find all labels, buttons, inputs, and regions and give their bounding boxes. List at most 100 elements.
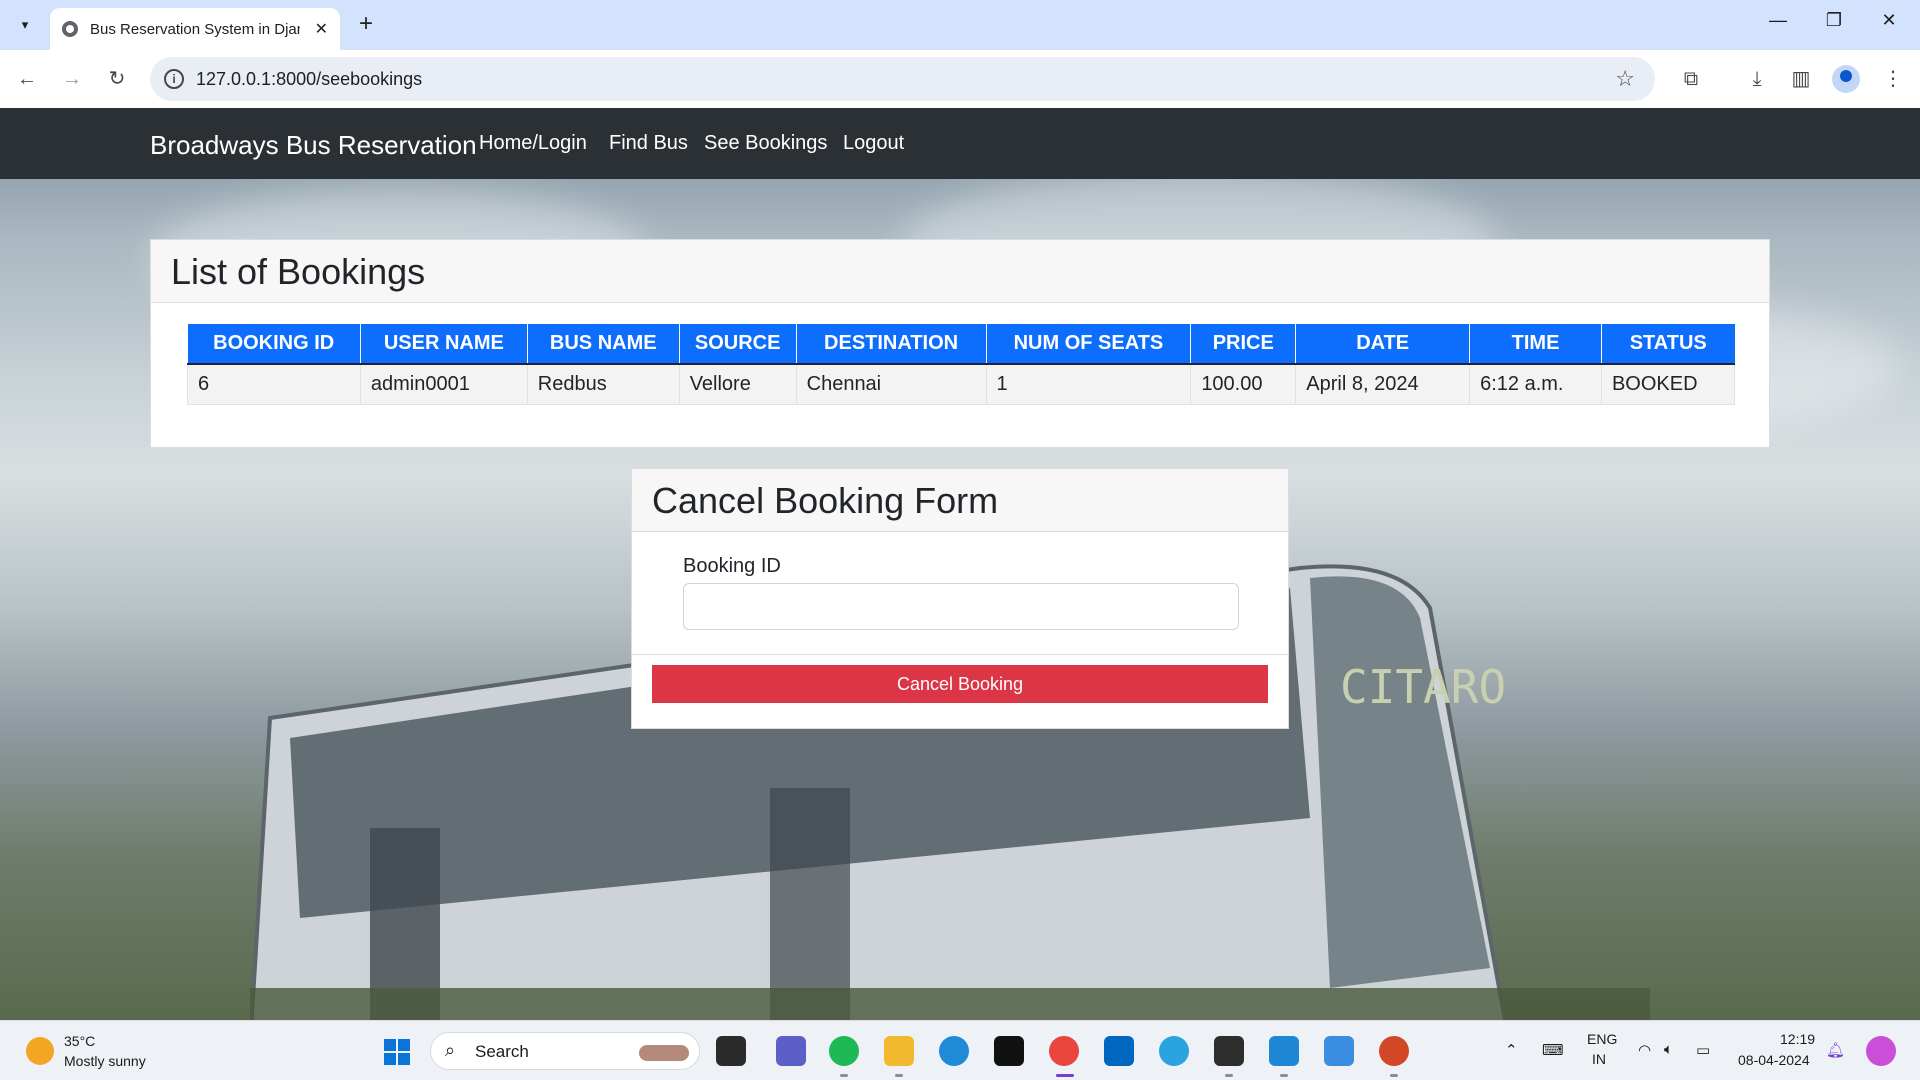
cell-source: Vellore [678,363,797,405]
cancel-card-header: Cancel Booking Form [632,469,1288,532]
close-window-button[interactable]: ✕ [1866,10,1912,31]
weather-sun-icon[interactable] [26,1037,54,1065]
cell-date: April 8, 2024 [1295,363,1471,405]
table-header-row: BOOKING ID USER NAME BUS NAME SOURCE DES… [187,324,1735,365]
booking-id-label: Booking ID [683,555,781,577]
table-row: 6 admin0001 Redbus Vellore Chennai 1 100… [187,363,1736,405]
search-highlight-image [639,1045,689,1061]
col-header-bus-name: BUS NAME [527,324,680,365]
cell-user-name: admin0001 [359,363,528,405]
bookings-card: List of Bookings BOOKING ID USER NAME BU… [150,239,1770,448]
active-indicator [1056,1074,1074,1077]
windows-start-icon[interactable] [384,1039,410,1065]
task-view-icon[interactable] [716,1036,746,1066]
bookings-card-header: List of Bookings [151,240,1769,303]
chevron-up-icon[interactable]: ⌃ [1505,1041,1518,1059]
cell-status: BOOKED [1600,363,1736,405]
powerpoint-icon[interactable] [1379,1036,1409,1066]
running-indicator [895,1074,903,1077]
card-divider [632,654,1288,655]
url-text: 127.0.0.1:8000/seebookings [196,69,423,89]
running-indicator [1225,1074,1233,1077]
bookmark-star-icon[interactable]: ☆ [1615,66,1635,92]
cell-destination: Chennai [795,363,987,405]
col-header-date: DATE [1295,324,1471,365]
col-header-destination: DESTINATION [796,324,987,365]
paint-icon[interactable] [1324,1036,1354,1066]
profile-avatar-icon[interactable] [1832,65,1860,93]
bookings-table: BOOKING ID USER NAME BUS NAME SOURCE DES… [187,324,1736,405]
col-header-price: PRICE [1190,324,1297,365]
running-indicator [1280,1074,1288,1077]
bus-display-text: CITARO [1340,660,1506,714]
netflix-icon[interactable] [994,1036,1024,1066]
teams-icon[interactable] [776,1036,806,1066]
col-header-num-of-seats: NUM OF SEATS [986,324,1192,365]
bookings-title: List of Bookings [171,251,426,292]
cancel-booking-button[interactable]: Cancel Booking [652,665,1268,703]
browser-toolbar: ← → ↻ i 127.0.0.1:8000/seebookings ☆ ⧉ ⤓… [0,50,1920,108]
minimize-button[interactable]: — [1755,10,1801,31]
vscode-icon[interactable] [1269,1036,1299,1066]
windows-taskbar: 35°C Mostly sunny ⌕ Search ⌃ ⌨ ENG IN ◠ … [0,1020,1920,1080]
address-bar[interactable]: i 127.0.0.1:8000/seebookings ☆ [150,57,1655,101]
file-explorer-icon[interactable] [884,1036,914,1066]
tab-search-button[interactable]: ▾ [10,10,40,40]
wifi-icon[interactable]: ◠ [1638,1041,1651,1059]
terminal-icon[interactable] [1214,1036,1244,1066]
navbar-brand[interactable]: Broadways Bus Reservation [150,130,477,161]
cell-time: 6:12 a.m. [1469,363,1602,405]
spotify-icon[interactable] [829,1036,859,1066]
tab-title: Bus Reservation System in Djan [90,20,300,38]
nav-link-see-bookings[interactable]: See Bookings [704,132,827,155]
page-viewport: CITARO Broadways Bus Reservation Home/Lo… [0,108,1920,1020]
col-header-user-name: USER NAME [360,324,528,365]
region-indicator[interactable]: IN [1592,1051,1606,1067]
weather-description[interactable]: Mostly sunny [64,1053,146,1069]
back-arrow-icon[interactable]: ← [12,64,42,94]
nav-link-logout[interactable]: Logout [843,132,904,155]
running-indicator [1390,1074,1398,1077]
tab-close-icon[interactable]: ✕ [315,19,328,39]
chrome-icon[interactable] [1049,1036,1079,1066]
col-header-booking-id: BOOKING ID [187,324,361,365]
taskbar-search-label: Search [475,1042,529,1061]
weather-temperature[interactable]: 35°C [64,1033,95,1049]
col-header-time: TIME [1469,324,1602,365]
telegram-icon[interactable] [1159,1036,1189,1066]
bookings-table-wrapper: BOOKING ID USER NAME BUS NAME SOURCE DES… [187,324,1736,405]
site-info-icon[interactable]: i [164,69,184,89]
taskbar-search-box[interactable]: ⌕ Search [430,1032,700,1070]
reload-icon[interactable]: ↻ [102,64,132,94]
cell-num-of-seats: 1 [985,363,1192,405]
cancel-booking-card: Cancel Booking Form Booking ID Cancel Bo… [631,468,1289,729]
volume-icon[interactable]: 🔈︎ [1664,1041,1673,1058]
browser-tab-strip: ▾ Bus Reservation System in Djan ✕ + — ❐… [0,0,1920,50]
nav-link-find-bus[interactable]: Find Bus [609,132,688,155]
edge-icon[interactable] [939,1036,969,1066]
forward-arrow-icon[interactable]: → [57,64,87,94]
menu-kebab-icon[interactable]: ⋮ [1878,64,1908,94]
copilot-icon[interactable] [1866,1036,1896,1066]
extensions-icon[interactable]: ⧉ [1676,64,1706,94]
cell-booking-id: 6 [187,363,361,405]
restore-button[interactable]: ❐ [1811,10,1857,31]
language-indicator[interactable]: ENG [1587,1031,1617,1047]
site-navbar: Broadways Bus Reservation Home/Login Fin… [0,108,1920,179]
cell-price: 100.00 [1190,363,1297,405]
clock-time[interactable]: 12:19 [1780,1031,1815,1047]
microsoft-store-icon[interactable] [1104,1036,1134,1066]
nav-link-home-login[interactable]: Home/Login [479,132,587,155]
download-icon[interactable]: ⤓ [1742,64,1772,94]
new-tab-button[interactable]: + [352,11,380,39]
side-panel-icon[interactable]: ▥ [1786,64,1816,94]
booking-id-input[interactable] [683,583,1239,630]
cell-bus-name: Redbus [526,363,680,405]
clock-date[interactable]: 08-04-2024 [1738,1052,1810,1068]
battery-icon[interactable]: ▭ [1696,1041,1710,1059]
keyboard-icon[interactable]: ⌨ [1542,1041,1564,1059]
browser-tab-active[interactable]: Bus Reservation System in Djan ✕ [50,8,340,50]
running-indicator [840,1074,848,1077]
search-icon: ⌕ [445,1040,456,1060]
notification-bell-icon[interactable]: 🔔︎ [1826,1041,1845,1059]
